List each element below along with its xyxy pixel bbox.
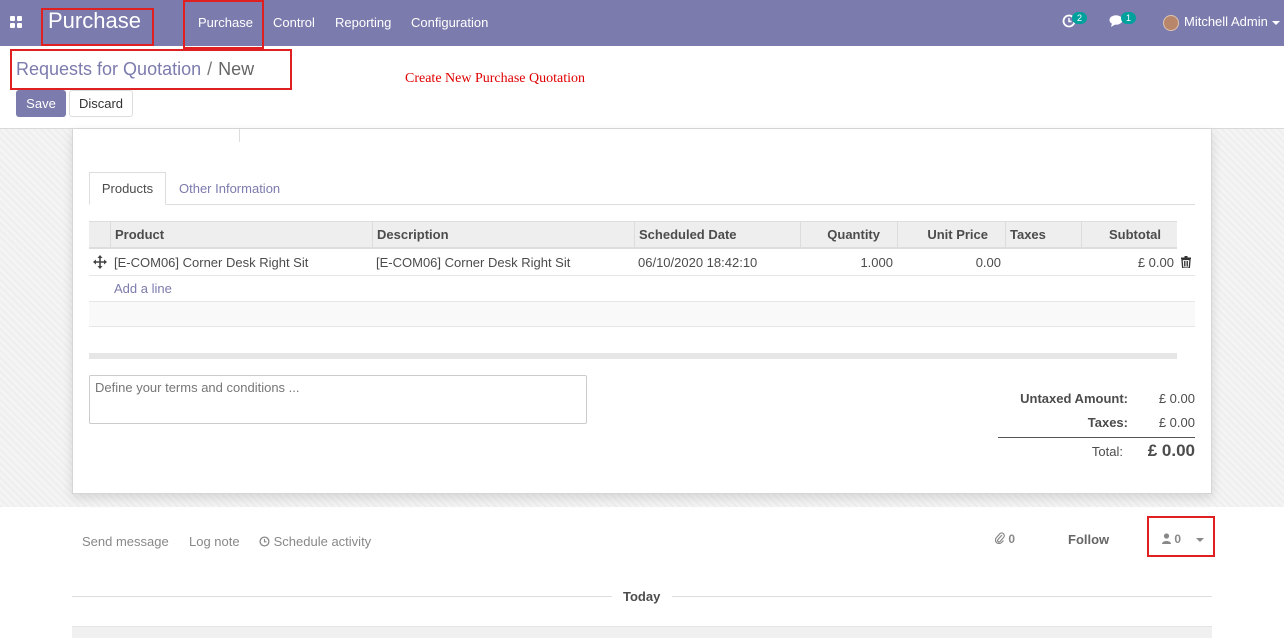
add-line-link[interactable]: Add a line (114, 281, 172, 296)
col-subtotal[interactable]: Subtotal (1081, 222, 1177, 248)
untaxed-amount-label: Untaxed Amount: (1020, 391, 1128, 406)
terms-conditions-field[interactable]: Define your terms and conditions ... (89, 375, 587, 424)
schedule-activity-label: Schedule activity (273, 534, 372, 549)
followers-count: 0 (1174, 532, 1182, 546)
apps-menu-icon[interactable] (10, 16, 23, 29)
drag-handle-icon[interactable] (93, 255, 107, 269)
trash-icon[interactable] (1181, 256, 1191, 268)
menu-control[interactable]: Control (273, 15, 315, 30)
today-divider-left (72, 596, 612, 597)
chatter-message (72, 626, 1212, 638)
line-product[interactable]: [E-COM06] Corner Desk Right Sit (114, 255, 308, 270)
highlight-app-name (41, 8, 154, 46)
col-description[interactable]: Description (372, 222, 634, 248)
menu-configuration[interactable]: Configuration (411, 15, 488, 30)
breadcrumb-separator: / (207, 59, 213, 79)
total-label: Total: (1091, 444, 1123, 459)
totals-divider (998, 437, 1195, 438)
follow-button[interactable]: Follow (1068, 532, 1109, 547)
log-note-button[interactable]: Log note (189, 534, 240, 549)
line-description[interactable]: [E-COM06] Corner Desk Right Sit (376, 255, 570, 270)
clock-icon (259, 536, 270, 547)
user-name: Mitchell Admin (1184, 14, 1268, 29)
activity-menu[interactable]: 2 (1062, 12, 1088, 28)
activity-badge: 2 (1072, 12, 1088, 24)
caret-down-icon (1196, 537, 1205, 542)
total-value: £ 0.00 (1147, 441, 1195, 460)
attachments-button[interactable]: 0 (994, 532, 1016, 546)
paperclip-icon (994, 532, 1005, 545)
user-icon (1162, 533, 1171, 544)
schedule-activity-button[interactable]: Schedule activity (259, 534, 371, 549)
field-divider (239, 129, 240, 142)
discard-button[interactable]: Discard (69, 90, 133, 117)
horizontal-scrollbar[interactable] (89, 353, 1177, 359)
today-divider-right (672, 596, 1212, 597)
order-lines-header: Product Description Scheduled Date Quant… (89, 221, 1177, 249)
taxes-label: Taxes: (1087, 415, 1128, 430)
taxes-value: £ 0.00 (1158, 415, 1195, 430)
annotation-text: Create New Purchase Quotation (405, 71, 585, 86)
messaging-menu[interactable]: 1 (1109, 12, 1137, 28)
untaxed-amount-value: £ 0.00 (1158, 391, 1195, 406)
col-scheduled-date[interactable]: Scheduled Date (634, 222, 800, 248)
highlight-purchase-menu (183, 0, 264, 49)
line-unit-price[interactable]: 0.00 (897, 255, 1001, 270)
followers-button[interactable]: 0 (1162, 532, 1205, 546)
tab-baseline (89, 204, 1195, 205)
menu-reporting[interactable]: Reporting (335, 15, 391, 30)
col-taxes[interactable]: Taxes (1005, 222, 1081, 248)
tab-other-information[interactable]: Other Information (179, 181, 280, 196)
user-menu[interactable]: Mitchell Admin (1163, 14, 1280, 31)
row-separator (89, 275, 1195, 276)
breadcrumb-rfq-link[interactable]: Requests for Quotation (16, 59, 201, 79)
line-subtotal: £ 0.00 (1137, 255, 1174, 270)
line-quantity[interactable]: 1.000 (800, 255, 893, 270)
send-message-button[interactable]: Send message (82, 534, 169, 549)
save-button[interactable]: Save (16, 90, 66, 117)
col-unit-price[interactable]: Unit Price (897, 222, 1005, 248)
caret-down-icon (1271, 20, 1280, 25)
breadcrumb: Requests for Quotation / New (16, 59, 254, 80)
breadcrumb-current: New (218, 59, 255, 79)
tab-products[interactable]: Products (89, 172, 166, 205)
message-badge: 1 (1121, 12, 1137, 24)
line-scheduled-date[interactable]: 06/10/2020 18:42:10 (638, 255, 757, 270)
avatar (1163, 14, 1179, 31)
col-product[interactable]: Product (110, 222, 372, 248)
empty-row (89, 301, 1195, 327)
attachments-count: 0 (1008, 532, 1016, 546)
today-label: Today (623, 589, 661, 604)
col-quantity[interactable]: Quantity (800, 222, 897, 248)
